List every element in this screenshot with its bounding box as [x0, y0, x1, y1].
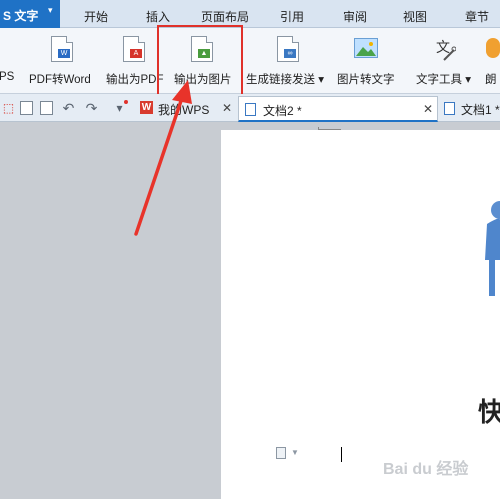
- annotation-arrow: [134, 80, 192, 236]
